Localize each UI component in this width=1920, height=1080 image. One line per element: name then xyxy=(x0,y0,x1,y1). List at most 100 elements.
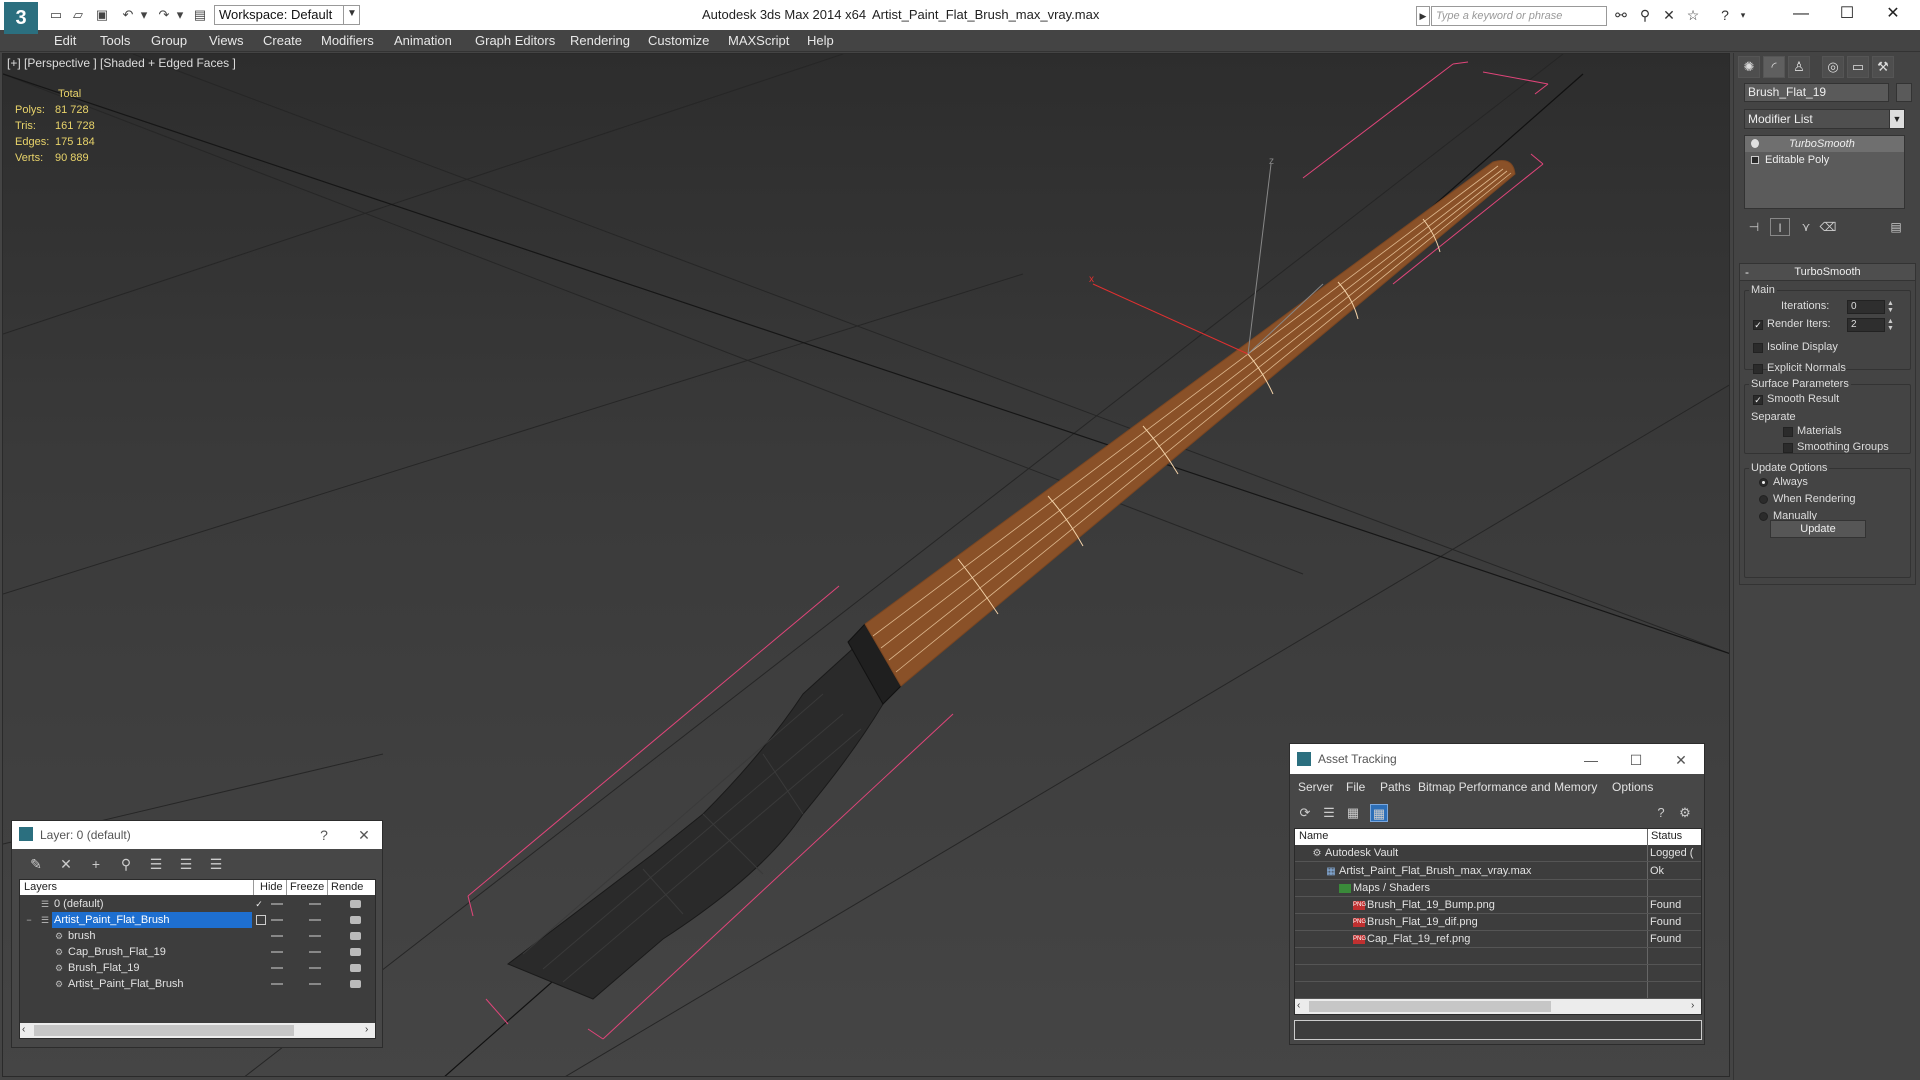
chevron-down-icon[interactable]: ▼ xyxy=(1889,109,1905,129)
rollout-header[interactable]: - TurboSmooth xyxy=(1740,264,1915,281)
freeze-toggle[interactable] xyxy=(309,935,321,937)
hide-all-layers-icon[interactable]: ☰ xyxy=(176,855,196,873)
help-dropdown-icon[interactable]: ▾ xyxy=(1734,7,1752,23)
menu-paths[interactable]: Paths xyxy=(1380,780,1411,794)
hide-toggle[interactable] xyxy=(271,967,283,969)
freeze-all-layers-icon[interactable]: ☰ xyxy=(206,855,226,873)
current-layer-box[interactable] xyxy=(256,915,266,925)
layer-row[interactable]: ⚙ Cap_Brush_Flat_19 xyxy=(20,944,375,960)
motion-tab-icon[interactable]: ◎ xyxy=(1822,56,1844,78)
redo-icon[interactable]: ↷ xyxy=(156,7,172,23)
menu-bitmap-performance[interactable]: Bitmap Performance and Memory xyxy=(1418,780,1597,794)
layer-row[interactable]: ⚙ brush xyxy=(20,928,375,944)
make-unique-icon[interactable]: ⋎ xyxy=(1796,218,1816,236)
freeze-toggle[interactable] xyxy=(309,919,321,921)
hide-toggle[interactable] xyxy=(271,935,283,937)
save-icon[interactable]: ▣ xyxy=(94,7,110,23)
modifier-list-dropdown[interactable]: Modifier List xyxy=(1744,109,1905,129)
delete-layer-icon[interactable]: ✕ xyxy=(56,855,76,873)
asset-row[interactable]: PNG Brush_Flat_19_Bump.png Found xyxy=(1295,897,1701,914)
explicit-normals-checkbox[interactable] xyxy=(1753,364,1763,374)
redo-dropdown-icon[interactable]: ▾ xyxy=(172,7,188,23)
subscription-icon[interactable]: ⚲ xyxy=(1636,7,1654,23)
asset-row[interactable]: Maps / Shaders xyxy=(1295,880,1701,897)
manually-radio[interactable] xyxy=(1759,512,1768,521)
list-view-icon[interactable]: ☰ xyxy=(1320,804,1338,822)
update-button[interactable]: Update xyxy=(1770,520,1866,538)
menu-modifiers[interactable]: Modifiers xyxy=(321,33,374,48)
render-teapot-icon[interactable] xyxy=(350,916,361,924)
help-icon[interactable]: ? xyxy=(1716,7,1734,23)
workspace-select[interactable]: Workspace: Default xyxy=(214,5,360,25)
column-freeze[interactable]: Freeze xyxy=(290,881,324,893)
lightbulb-icon[interactable] xyxy=(1751,139,1759,148)
hide-toggle[interactable] xyxy=(271,903,283,905)
chevron-left-icon[interactable]: ‹ xyxy=(1297,1000,1300,1011)
search-input[interactable]: Type a keyword or phrase xyxy=(1431,6,1607,26)
highlight-layer-icon[interactable]: ☰ xyxy=(146,855,166,873)
menu-tools[interactable]: Tools xyxy=(100,33,130,48)
render-teapot-icon[interactable] xyxy=(350,964,361,972)
undo-dropdown-icon[interactable]: ▾ xyxy=(136,7,152,23)
menu-rendering[interactable]: Rendering xyxy=(570,33,630,48)
layer-dialog-titlebar[interactable]: Layer: 0 (default) ? ✕ xyxy=(12,821,382,849)
binoculars-icon[interactable]: ⚯ xyxy=(1612,7,1630,23)
menu-customize[interactable]: Customize xyxy=(648,33,709,48)
menu-help[interactable]: Help xyxy=(807,33,834,48)
menu-file[interactable]: File xyxy=(1346,780,1365,794)
horizontal-scrollbar[interactable]: ‹ › xyxy=(20,1023,375,1038)
hide-toggle[interactable] xyxy=(271,983,283,985)
object-color-swatch[interactable] xyxy=(1896,83,1912,102)
viewport-label[interactable]: [+] [Perspective ] [Shaded + Edged Faces… xyxy=(7,56,236,70)
collapse-icon[interactable]: - xyxy=(1745,264,1749,281)
render-iters-checkbox[interactable]: ✓ xyxy=(1753,320,1763,330)
menu-animation[interactable]: Animation xyxy=(394,33,452,48)
expand-icon[interactable] xyxy=(1751,156,1759,164)
scrollbar-thumb[interactable] xyxy=(34,1025,294,1036)
menu-edit[interactable]: Edit xyxy=(54,33,76,48)
layer-row[interactable]: ⚙ Brush_Flat_19 xyxy=(20,960,375,976)
spinner-arrows-icon[interactable]: ▲ ▼ xyxy=(1886,318,1895,332)
configure-modifier-sets-icon[interactable]: ▤ xyxy=(1886,218,1906,236)
asset-dialog-titlebar[interactable]: Asset Tracking — ☐ ✕ xyxy=(1290,744,1704,774)
add-to-layer-icon[interactable]: + xyxy=(86,855,106,873)
undo-icon[interactable]: ↶ xyxy=(120,7,136,23)
asset-row[interactable]: PNG Cap_Flat_19_ref.png Found xyxy=(1295,931,1701,948)
render-teapot-icon[interactable] xyxy=(350,900,361,908)
stack-item-turbosmooth[interactable]: TurboSmooth xyxy=(1745,136,1904,152)
menu-maxscript[interactable]: MAXScript xyxy=(728,33,789,48)
layer-row[interactable]: ☰ 0 (default) ✓ xyxy=(20,896,375,912)
chevron-right-icon[interactable]: › xyxy=(365,1024,368,1035)
iterations-spinner[interactable]: 0 xyxy=(1847,300,1885,314)
search-expand-icon[interactable]: ▶ xyxy=(1416,6,1430,26)
freeze-toggle[interactable] xyxy=(309,951,321,953)
layer-row[interactable]: − ☰ Artist_Paint_Flat_Brush xyxy=(20,912,375,928)
create-tab-icon[interactable]: ✺ xyxy=(1738,56,1760,78)
render-teapot-icon[interactable] xyxy=(350,980,361,988)
open-file-icon[interactable]: ▱ xyxy=(70,7,86,23)
close-button[interactable]: ✕ xyxy=(1671,750,1691,770)
freeze-toggle[interactable] xyxy=(309,903,321,905)
create-layer-icon[interactable]: ✎ xyxy=(26,855,46,873)
smooth-result-checkbox[interactable]: ✓ xyxy=(1753,395,1763,405)
freeze-toggle[interactable] xyxy=(309,967,321,969)
layer-row[interactable]: ⚙ Artist_Paint_Flat_Brush xyxy=(20,976,375,992)
asset-row[interactable]: PNG Brush_Flat_19_dif.png Found xyxy=(1295,914,1701,931)
communication-icon[interactable]: ✕ xyxy=(1660,7,1678,23)
app-logo-icon[interactable]: 3 xyxy=(4,2,38,34)
help-icon[interactable]: ? xyxy=(1652,804,1670,822)
vault-help-icon[interactable]: ⚙ xyxy=(1676,804,1694,822)
maximize-button[interactable]: ☐ xyxy=(1626,750,1646,770)
chevron-down-icon[interactable]: ▼ xyxy=(343,5,360,25)
hide-toggle[interactable] xyxy=(271,951,283,953)
table-view-icon[interactable]: ▦ xyxy=(1370,804,1388,822)
help-button[interactable]: ? xyxy=(314,825,334,845)
scrollbar-thumb[interactable] xyxy=(1309,1001,1551,1012)
collapse-icon[interactable]: − xyxy=(24,915,34,925)
remove-modifier-icon[interactable]: ⌫ xyxy=(1818,218,1838,236)
close-button[interactable]: ✕ xyxy=(354,825,374,845)
column-status[interactable]: Status xyxy=(1651,830,1682,842)
column-name[interactable]: Name xyxy=(1299,830,1328,842)
when-rendering-radio[interactable] xyxy=(1759,495,1768,504)
minimize-button[interactable]: — xyxy=(1581,750,1601,770)
